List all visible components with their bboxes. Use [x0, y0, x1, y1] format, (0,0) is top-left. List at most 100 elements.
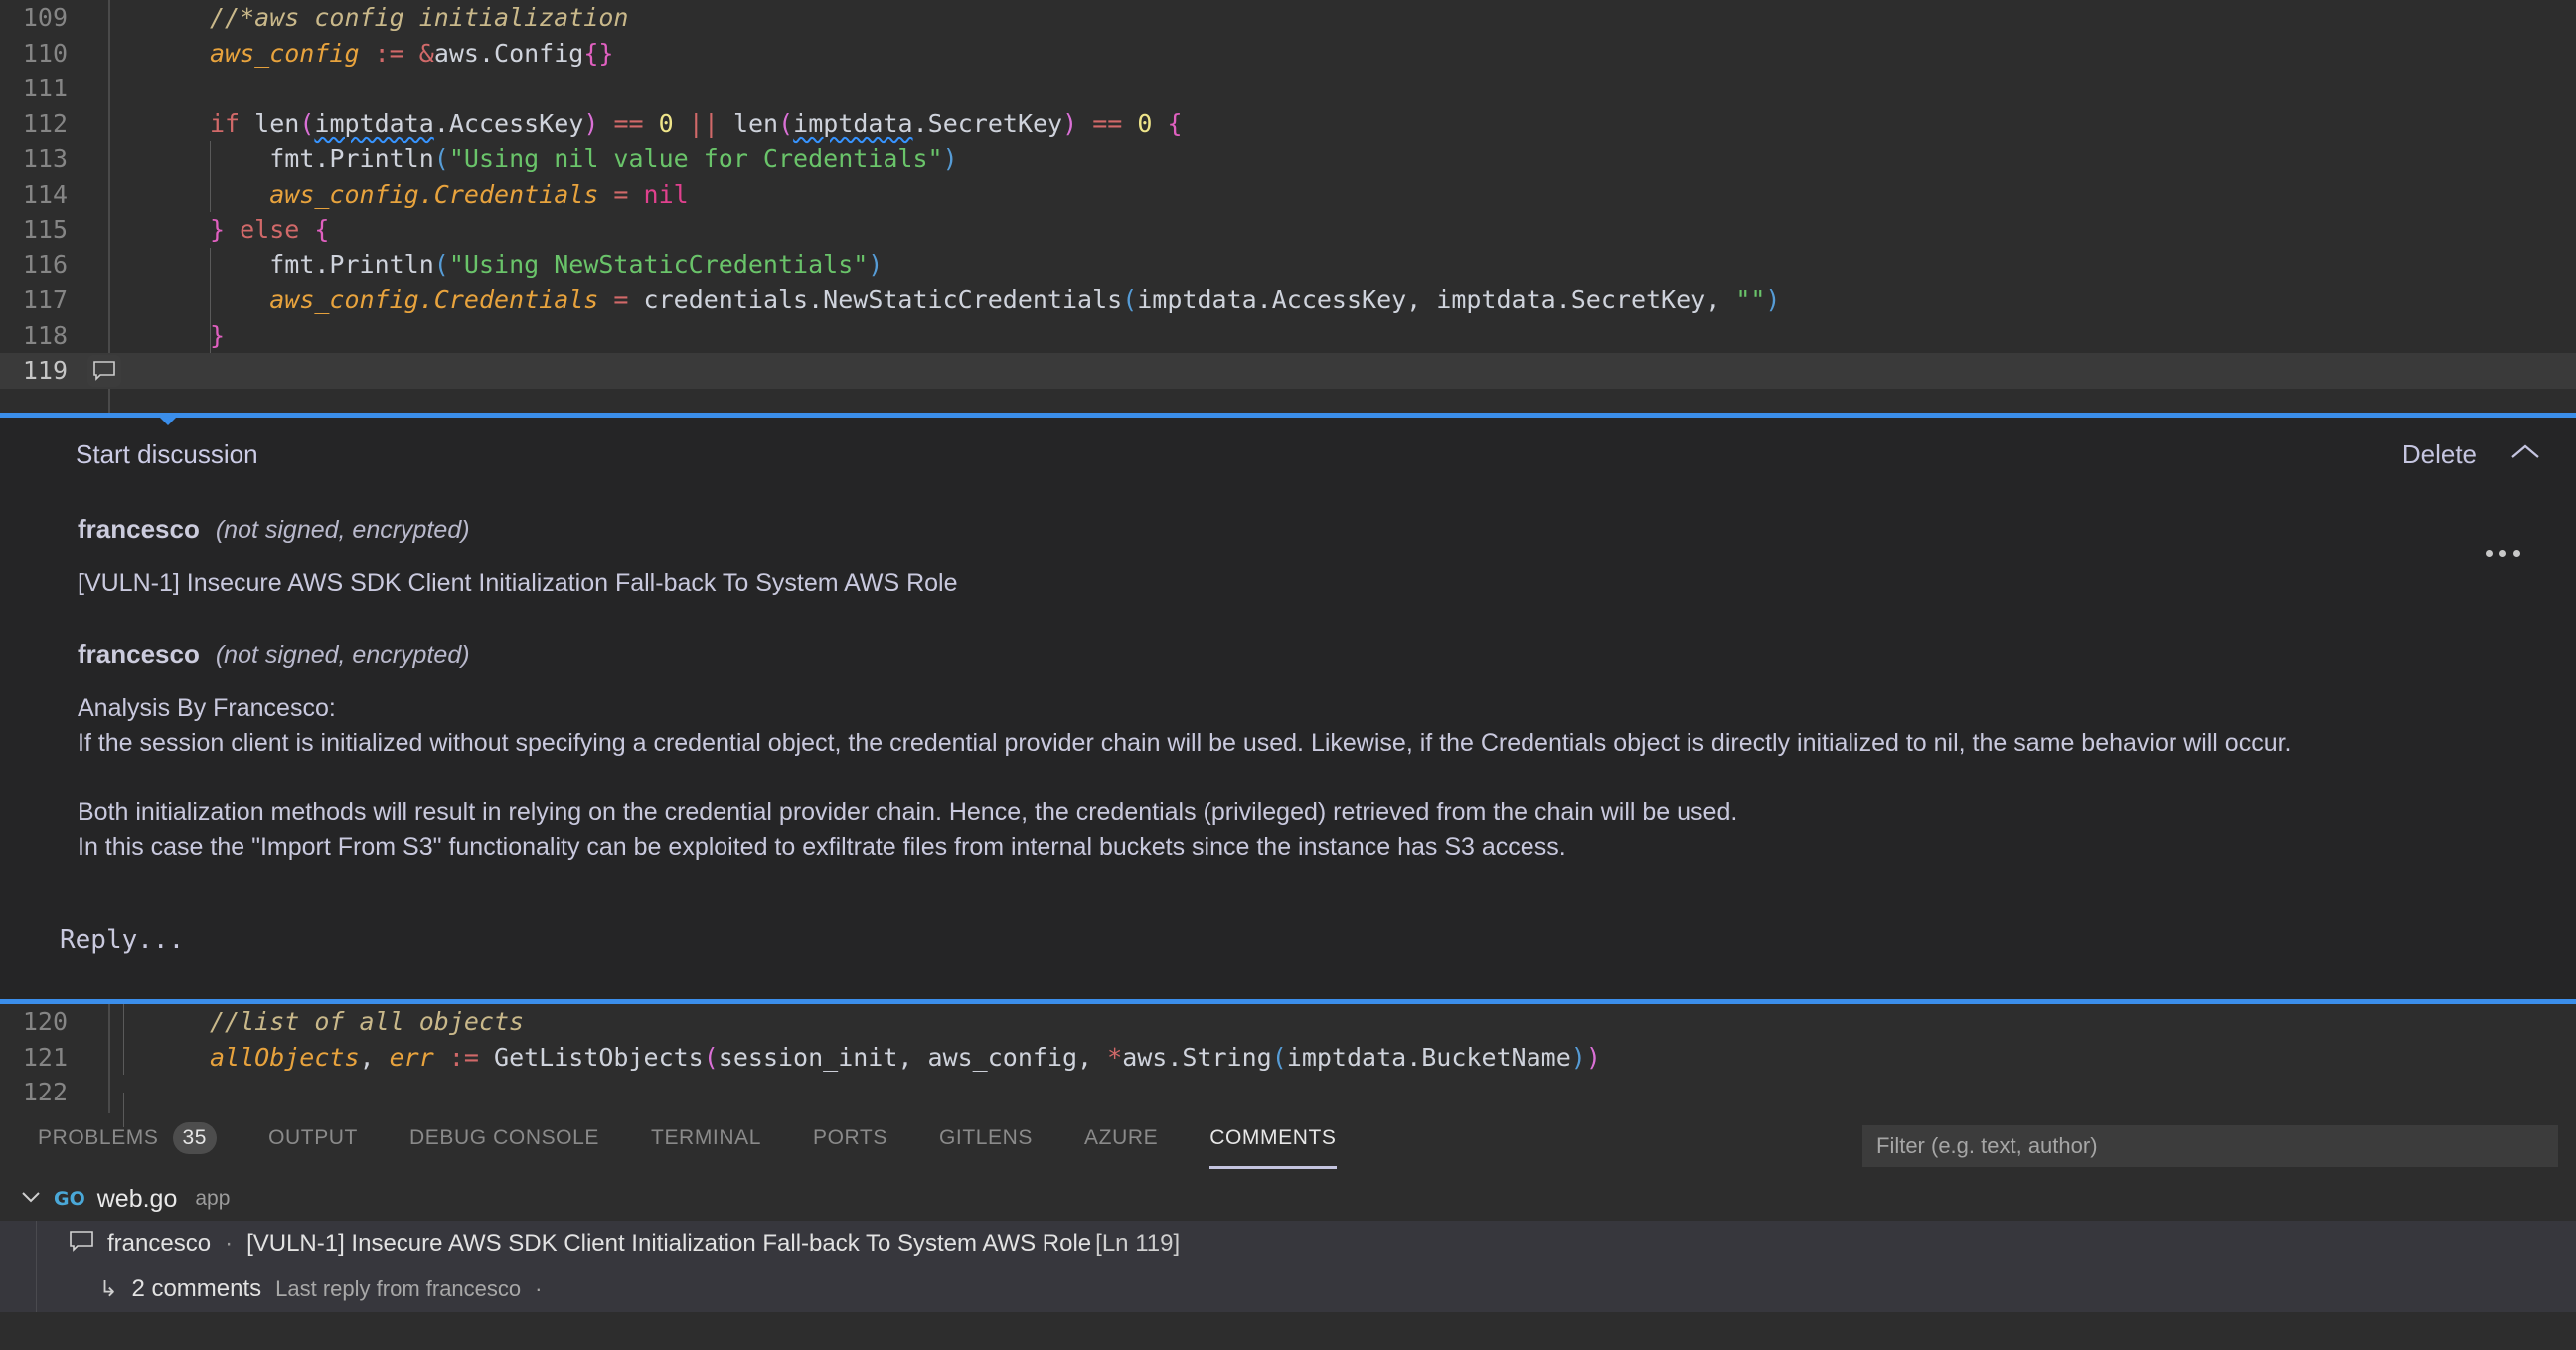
- comment-signature-status: (not signed, encrypted): [216, 516, 470, 545]
- comment-author: francesco: [78, 639, 200, 670]
- tab-label: AZURE: [1084, 1126, 1158, 1150]
- token-assign: =: [613, 180, 628, 209]
- code-content: }: [127, 318, 2576, 354]
- token-brace: {}: [583, 39, 613, 68]
- code-line-117[interactable]: 117 aws_config.Credentials = credentials…: [0, 282, 2576, 318]
- filter-input[interactable]: [1862, 1125, 2558, 1167]
- code-content: aws_config := &aws.Config{}: [127, 36, 2576, 72]
- line-number: 119: [0, 353, 81, 389]
- tree-replies-count: 2 comments: [131, 1275, 261, 1303]
- token-paren: ): [1571, 1043, 1586, 1072]
- code-line-119[interactable]: 119: [0, 353, 2576, 389]
- token-ident: imptdata.BucketName: [1287, 1043, 1571, 1072]
- comment-bubble-icon: [70, 1231, 93, 1258]
- token-brace: {: [1168, 109, 1183, 138]
- tree-comment-title: [VULN-1] Insecure AWS SDK Client Initial…: [246, 1230, 1091, 1258]
- code-line-120[interactable]: 120 //list of all objects: [0, 1004, 2576, 1040]
- reply-arrow-icon: ↳: [99, 1276, 117, 1302]
- code-content: } else {: [127, 212, 2576, 248]
- line-number: 112: [0, 106, 81, 142]
- code-line-118[interactable]: 118 }: [0, 318, 2576, 354]
- line-number: 122: [0, 1075, 81, 1110]
- line-number: 115: [0, 212, 81, 248]
- tab-comments[interactable]: COMMENTS: [1209, 1113, 1336, 1177]
- indent-guide: [210, 141, 211, 177]
- tree-replies-row[interactable]: ↳ 2 comments Last reply from francesco ·: [0, 1266, 2576, 1312]
- comment-author: francesco: [78, 514, 200, 545]
- tree-file-folder: app: [195, 1187, 230, 1211]
- code-content: //list of all objects: [127, 1004, 2576, 1040]
- tab-ports[interactable]: PORTS: [813, 1113, 887, 1177]
- line-number: 109: [0, 0, 81, 36]
- token-keyword-if: if: [210, 109, 240, 138]
- tree-comment-row[interactable]: francesco · [VULN-1] Insecure AWS SDK Cl…: [0, 1221, 2576, 1266]
- code-content: aws_config.Credentials = credentials.New…: [127, 282, 2576, 318]
- tree-thread-group: francesco · [VULN-1] Insecure AWS SDK Cl…: [0, 1221, 2576, 1312]
- code-line-121[interactable]: 121 allObjects, err := GetListObjects(se…: [0, 1040, 2576, 1076]
- token-op: :=: [375, 39, 404, 68]
- code-line-116[interactable]: 116 fmt.Println("Using NewStaticCredenti…: [0, 248, 2576, 283]
- filter-field-wrapper: [1862, 1125, 2558, 1167]
- tab-label: PORTS: [813, 1126, 887, 1150]
- tab-terminal[interactable]: TERMINAL: [651, 1113, 761, 1177]
- tab-label: GITLENS: [939, 1126, 1033, 1150]
- token-paren: (: [704, 1043, 719, 1072]
- tab-label: COMMENTS: [1209, 1126, 1336, 1150]
- token-comma: ,: [360, 1043, 390, 1072]
- comment-token: //*aws config initialization: [210, 3, 628, 32]
- chevron-down-icon[interactable]: [20, 1190, 42, 1209]
- panel-tab-bar: PROBLEMS 35 OUTPUT DEBUG CONSOLE TERMINA…: [0, 1113, 2576, 1177]
- glyph-margin[interactable]: [81, 355, 127, 387]
- token-args: session_init, aws_config,: [719, 1043, 1107, 1072]
- chevron-up-icon[interactable]: [2510, 443, 2540, 466]
- token-number: 0: [659, 109, 674, 138]
- editor-bottom[interactable]: 120 //list of all objects 121 allObjects…: [0, 1004, 2576, 1113]
- comment-paragraph: If the session client is initialized wit…: [78, 726, 2540, 761]
- code-line-113[interactable]: 113 fmt.Println("Using nil value for Cre…: [0, 141, 2576, 177]
- tab-azure[interactable]: AZURE: [1084, 1113, 1158, 1177]
- tab-problems[interactable]: PROBLEMS 35: [38, 1113, 217, 1177]
- code-content: if len(imptdata.AccessKey) == 0 || len(i…: [127, 106, 2576, 142]
- tab-output[interactable]: OUTPUT: [268, 1113, 358, 1177]
- token-brace: }: [210, 215, 225, 244]
- token-var: aws_config: [269, 285, 419, 314]
- token-paren: ): [1765, 285, 1780, 314]
- code-line-110[interactable]: 110 aws_config := &aws.Config{}: [0, 36, 2576, 72]
- token-paren: (: [778, 109, 793, 138]
- token-type: aws.Config: [434, 39, 584, 68]
- tab-gitlens[interactable]: GITLENS: [939, 1113, 1033, 1177]
- code-line-114[interactable]: 114 aws_config.Credentials = nil: [0, 177, 2576, 213]
- indent-guide: [123, 1004, 124, 1040]
- reply-input[interactable]: Reply...: [60, 926, 2576, 955]
- token-op: :=: [449, 1043, 479, 1072]
- comment-author-row: francesco (not signed, encrypted): [78, 639, 2540, 670]
- tab-debug-console[interactable]: DEBUG CONSOLE: [409, 1113, 599, 1177]
- line-number: 110: [0, 36, 81, 72]
- line-number: 118: [0, 318, 81, 354]
- tree-file-row[interactable]: GO web.go app: [0, 1177, 2576, 1221]
- thread-pointer-arrow: [155, 413, 181, 425]
- tree-comment-author: francesco: [107, 1230, 211, 1258]
- token-paren: (: [434, 144, 449, 173]
- code-line-111[interactable]: 111: [0, 71, 2576, 106]
- comment-body: Analysis By Francesco: If the session cl…: [78, 691, 2540, 866]
- code-line-122[interactable]: 122: [0, 1075, 2576, 1110]
- tree-file-name: web.go: [97, 1185, 178, 1214]
- token-string: "Using NewStaticCredentials": [449, 251, 868, 279]
- comment-bubble-icon[interactable]: [87, 355, 121, 387]
- comment-item: francesco (not signed, encrypted) [VULN-…: [0, 514, 2576, 601]
- line-number: 116: [0, 248, 81, 283]
- delete-button[interactable]: Delete: [2402, 439, 2477, 470]
- line-number: 113: [0, 141, 81, 177]
- token-fn-println: fmt.Println: [269, 251, 434, 279]
- code-content: fmt.Println("Using NewStaticCredentials"…: [127, 248, 2576, 283]
- code-line-109[interactable]: 109 //*aws config initialization: [0, 0, 2576, 36]
- comment-more-actions-button[interactable]: [2486, 550, 2520, 557]
- code-line-115[interactable]: 115 } else {: [0, 212, 2576, 248]
- token-field: .Credentials: [419, 180, 599, 209]
- thread-actions: Delete: [2402, 439, 2540, 470]
- token-var: allObjects: [210, 1043, 360, 1072]
- editor-top[interactable]: 109 //*aws config initialization 110 aws…: [0, 0, 2576, 413]
- line-number: 111: [0, 71, 81, 106]
- code-line-112[interactable]: 112 if len(imptdata.AccessKey) == 0 || l…: [0, 106, 2576, 142]
